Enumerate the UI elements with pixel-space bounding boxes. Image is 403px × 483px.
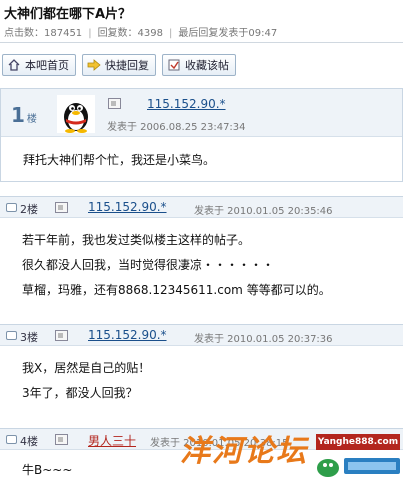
post-content-floor-4: 牛B~~~ bbox=[22, 458, 72, 483]
header-divider bbox=[0, 42, 403, 43]
watermark-text: 洋河论坛 bbox=[180, 434, 308, 469]
post-line: 草榴，玛雅，还有8868.12345611.com 等等都可以的。 bbox=[22, 283, 331, 297]
floor-number: 2楼 bbox=[20, 203, 38, 216]
favorite-button[interactable]: 收藏该帖 bbox=[162, 54, 236, 76]
floor-number: 1楼 bbox=[11, 103, 37, 127]
post-line: 我X，居然是自己的贴！ bbox=[22, 361, 151, 375]
thread-toolbar: 本吧首页 快捷回复 收藏该帖 bbox=[2, 54, 236, 76]
post-content: 拜托大神们帮个忙，我还是小菜鸟。 bbox=[23, 153, 216, 167]
poster-username[interactable]: 115.152.90.* bbox=[147, 97, 226, 111]
home-icon bbox=[6, 57, 22, 73]
qq-penguin-avatar[interactable] bbox=[57, 95, 95, 133]
home-button[interactable]: 本吧首页 bbox=[2, 54, 76, 76]
post-line: 若干年前，我也发过类似楼主这样的帖子。 bbox=[22, 233, 251, 247]
quick-reply-button[interactable]: 快捷回复 bbox=[82, 54, 156, 76]
floor-number: 4楼 bbox=[20, 435, 38, 448]
post-content-floor-2: 若干年前，我也发过类似楼主这样的帖子。 很久都没人回我，当时觉得很凄凉・・・・・… bbox=[22, 228, 331, 303]
last-reply: 最后回复发表于09:47 bbox=[178, 28, 278, 39]
click-count: 点击数：187451 bbox=[4, 28, 83, 39]
arrow-right-icon bbox=[86, 57, 102, 73]
post-header-floor-2: 2楼 115.152.90.* 发表于 2010.01.05 20:35:46 bbox=[0, 196, 403, 218]
post-date: 发表于 2006.08.25 23:47:34 bbox=[107, 122, 246, 133]
post-floor-1: 1楼 115.152.90.* 发表于 2006.08.25 23:47:34 … bbox=[0, 88, 403, 182]
post-content-floor-3: 我X，居然是自己的贴！ 3年了，都没人回我？ bbox=[22, 356, 150, 406]
watermark-url: Yanghe888.com bbox=[316, 434, 400, 450]
divider: | bbox=[169, 28, 173, 39]
post-date: 发表于 2010.01.05 20:35:46 bbox=[194, 206, 333, 217]
user-card-icon[interactable] bbox=[55, 434, 68, 445]
post-line: 3年了，都没人回我？ bbox=[22, 386, 138, 400]
bookmark-icon bbox=[166, 57, 182, 73]
reply-bubble-icon bbox=[6, 331, 17, 340]
thread-title: 大神们都在哪下A片？ bbox=[4, 7, 132, 22]
watermark-logo-icon bbox=[317, 458, 400, 477]
home-label: 本吧首页 bbox=[25, 59, 69, 72]
divider: | bbox=[88, 28, 92, 39]
quick-reply-label: 快捷回复 bbox=[105, 59, 149, 72]
reply-bubble-icon bbox=[6, 203, 17, 212]
favorite-label: 收藏该帖 bbox=[185, 59, 229, 72]
poster-username[interactable]: 115.152.90.* bbox=[88, 200, 167, 214]
floor-number: 3楼 bbox=[20, 331, 38, 344]
post-header: 1楼 115.152.90.* 发表于 2006.08.25 23:47:34 bbox=[1, 89, 402, 137]
thread-stats: 点击数：187451 | 回复数：4398 | 最后回复发表于09:47 bbox=[4, 24, 277, 39]
reply-bubble-icon bbox=[6, 435, 17, 444]
reply-count: 回复数：4398 bbox=[97, 28, 164, 39]
poster-username[interactable]: 男人三十 bbox=[88, 432, 136, 449]
post-date: 发表于 2010.01.05 20:37:36 bbox=[194, 334, 333, 345]
post-line: 牛B~~~ bbox=[22, 463, 73, 477]
user-card-icon[interactable] bbox=[108, 98, 121, 109]
poster-username[interactable]: 115.152.90.* bbox=[88, 328, 167, 342]
user-card-icon[interactable] bbox=[55, 330, 68, 341]
post-header-floor-3: 3楼 115.152.90.* 发表于 2010.01.05 20:37:36 bbox=[0, 324, 403, 346]
user-card-icon[interactable] bbox=[55, 202, 68, 213]
post-line: 很久都没人回我，当时觉得很凄凉・・・・・・ bbox=[22, 258, 275, 272]
